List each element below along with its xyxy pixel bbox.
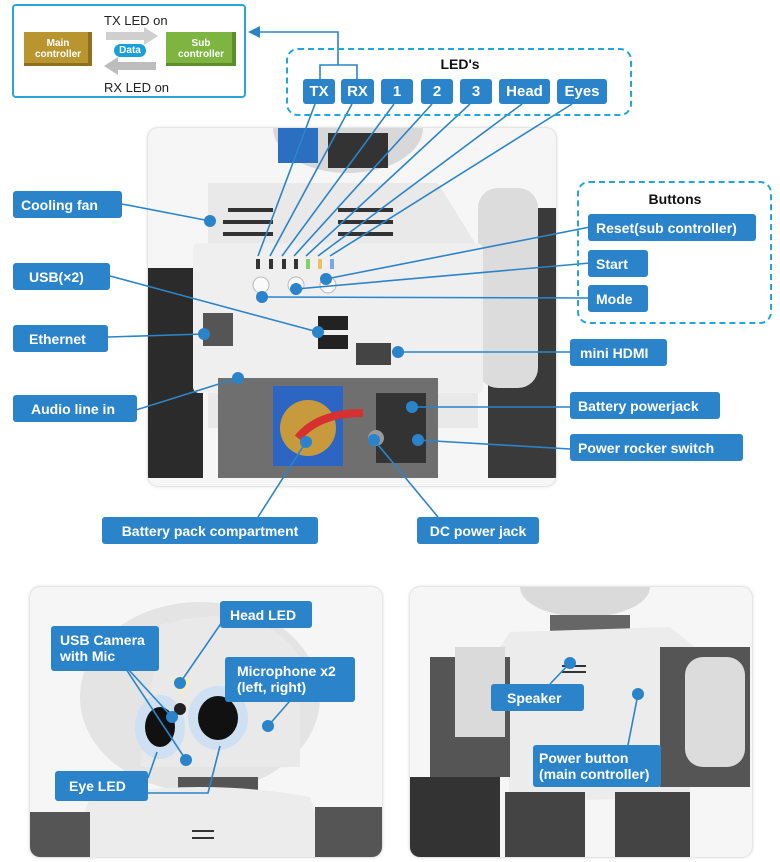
label-power-button-main-controller: Power button (main controller) [533, 745, 661, 787]
arrow-left-icon [248, 26, 260, 38]
label-microphone-x2: Microphone x2 (left, right) [225, 657, 355, 702]
label-power-rocker-switch: Power rocker switch [570, 434, 743, 461]
led-rx: RX [341, 79, 374, 104]
led-3: 3 [460, 79, 492, 104]
label-eye-led: Eye LED [55, 771, 148, 801]
led-1: 1 [381, 79, 413, 104]
label-battery-pack-compartment: Battery pack compartment [102, 517, 318, 544]
data-badge: Data [114, 44, 146, 57]
label-audio-line-in: Audio line in [13, 395, 137, 422]
label-speaker: Speaker [491, 684, 584, 711]
label-mode: Mode [588, 285, 648, 312]
led-2: 2 [421, 79, 453, 104]
label-ethernet: Ethernet [13, 325, 108, 352]
led-head: Head [499, 79, 550, 104]
led-tx: TX [303, 79, 335, 104]
label-dc-power-jack: DC power jack [417, 517, 539, 544]
leds-title: LED's [440, 56, 480, 72]
buttons-title: Buttons [648, 191, 702, 207]
label-reset-sub-controller: Reset(sub controller) [588, 214, 756, 241]
robot-torso-illustration [410, 587, 752, 857]
label-usb-camera-with-mic: USB Camera with Mic [51, 626, 159, 671]
robot-torso-photo [410, 587, 752, 857]
label-cooling-fan: Cooling fan [13, 191, 122, 218]
data-flow-box: TX LED on RX LED on Main controller Sub … [12, 4, 246, 98]
led-eyes: Eyes [557, 79, 607, 104]
label-start: Start [588, 250, 648, 277]
label-mini-hdmi: mini HDMI [570, 339, 667, 366]
sub-controller-block: Sub controller [166, 32, 236, 66]
rx-led-on-text: RX LED on [104, 80, 170, 95]
label-battery-powerjack: Battery powerjack [570, 392, 720, 419]
label-head-led: Head LED [220, 601, 312, 628]
robot-back-illustration [148, 128, 556, 486]
label-usb-x2: USB(×2) [13, 263, 110, 290]
robot-back-photo [148, 128, 556, 486]
main-controller-block: Main controller [24, 32, 92, 66]
